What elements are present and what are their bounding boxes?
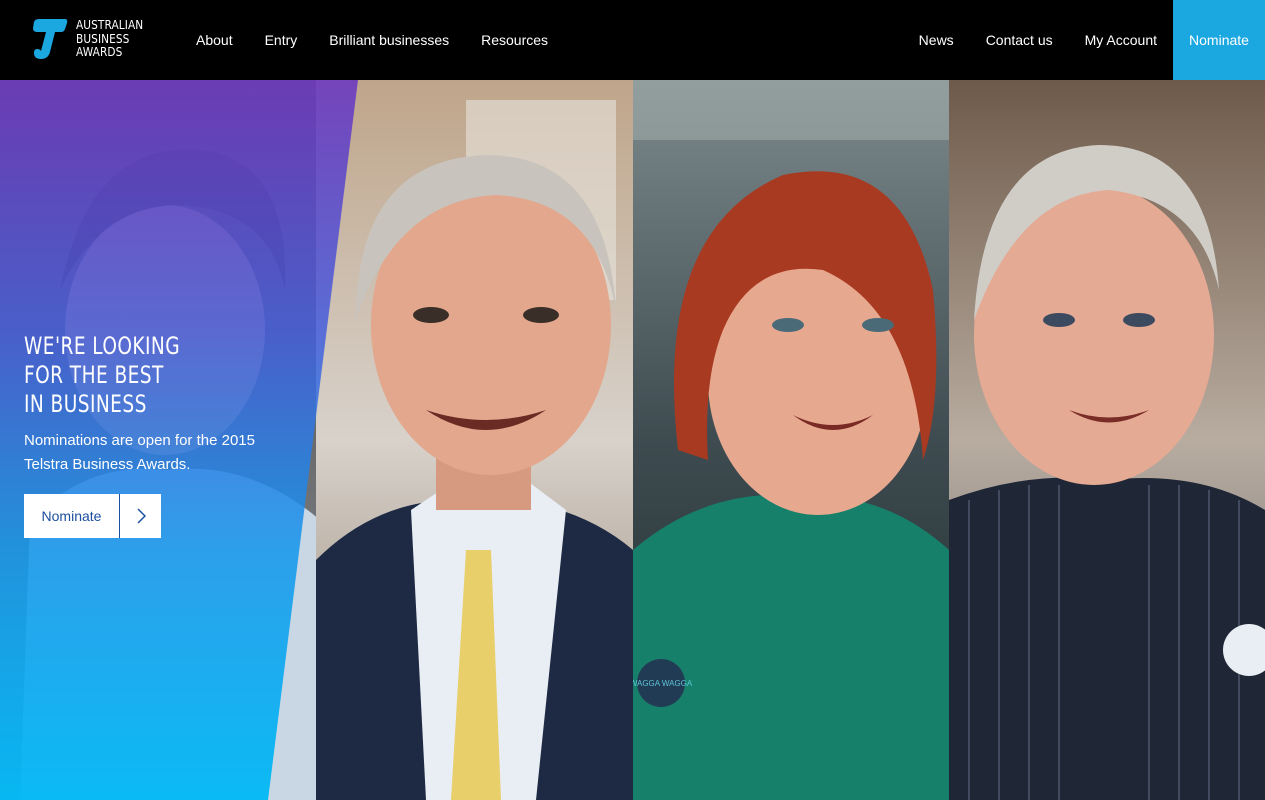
chevron-right-icon [120, 494, 161, 538]
nominate-nav-button[interactable]: Nominate [1173, 0, 1265, 80]
hero-nominate-button[interactable]: Nominate [24, 494, 161, 538]
hero-banner: WAGGA WAGGA WE'RE LOOKING FOR THE BEST I… [0, 80, 1265, 800]
hero-title-line: FOR THE BEST [24, 361, 164, 389]
site-logo[interactable]: AUSTRALIAN BUSINESS AWARDS [31, 18, 152, 60]
hero-title-line: IN BUSINESS [24, 390, 147, 418]
nav-brilliant-businesses[interactable]: Brilliant businesses [329, 32, 449, 48]
logo-line: BUSINESS [76, 31, 130, 46]
logo-wordmark: AUSTRALIAN BUSINESS AWARDS [76, 18, 144, 60]
pin-badge-text: WAGGA WAGGA [633, 679, 693, 688]
primary-nav: About Entry Brilliant businesses Resourc… [196, 0, 580, 80]
hero-content: WE'RE LOOKING FOR THE BEST IN BUSINESS N… [24, 332, 284, 538]
secondary-nav: News Contact us My Account Nominate [887, 0, 1265, 80]
hero-nominate-label: Nominate [41, 508, 102, 524]
nav-my-account[interactable]: My Account [1085, 32, 1157, 48]
hero-subtitle: Nominations are open for the 2015 Telstr… [24, 432, 255, 473]
hero-photo-man-striped-shirt [949, 80, 1265, 800]
hero-title-line: WE'RE LOOKING [24, 332, 181, 360]
hero-photo-woman-green-shirt: WAGGA WAGGA [633, 80, 949, 800]
site-header: AUSTRALIAN BUSINESS AWARDS About Entry B… [0, 0, 1265, 80]
nav-entry[interactable]: Entry [265, 32, 298, 48]
logo-line: AWARDS [76, 45, 123, 59]
nav-resources[interactable]: Resources [481, 32, 548, 48]
nav-about[interactable]: About [196, 32, 233, 48]
nav-contact-us[interactable]: Contact us [986, 32, 1053, 48]
nav-news[interactable]: News [919, 32, 954, 48]
hero-title: WE'RE LOOKING FOR THE BEST IN BUSINESS [24, 332, 248, 419]
hero-photo-man-in-suit [316, 80, 633, 800]
logo-line: AUSTRALIAN [76, 18, 144, 32]
telstra-t-icon [33, 19, 68, 59]
